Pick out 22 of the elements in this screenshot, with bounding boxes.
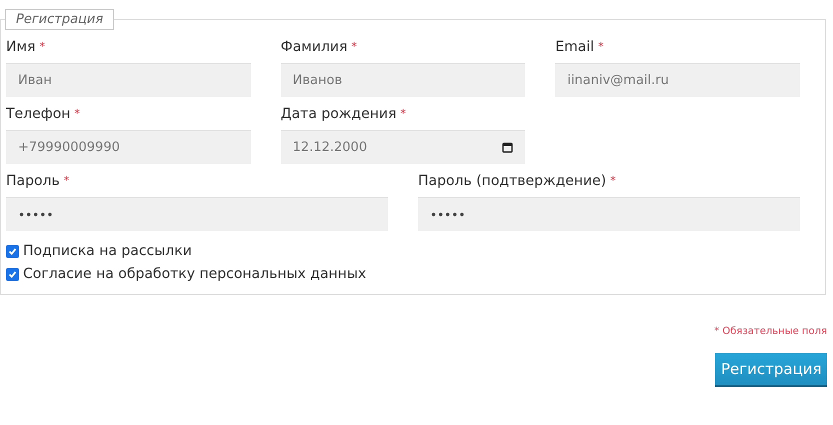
field-label: Пароль *	[6, 172, 70, 190]
checkbox-label: Подписка на рассылки	[23, 243, 192, 259]
field-label: Телефон *	[6, 105, 81, 123]
field-label: Email *	[555, 38, 605, 56]
input-field[interactable]: Иван	[6, 63, 251, 97]
checkbox[interactable]	[6, 268, 19, 280]
checkbox[interactable]	[6, 244, 19, 258]
field-label: Дата рождения *	[280, 105, 407, 123]
calendar-icon[interactable]	[502, 142, 514, 153]
field-label: Фамилия *	[280, 38, 358, 56]
date-field[interactable]: 12.12.2000	[280, 130, 526, 164]
required-note: * Обязательные поля	[714, 326, 827, 337]
field-label: Пароль (подтверждение) *	[418, 172, 617, 190]
input-field[interactable]: iinaniv@mail.ru	[555, 63, 800, 97]
input-field[interactable]: Иванов	[280, 63, 526, 97]
password-field[interactable]: •••••	[6, 197, 388, 231]
password-field[interactable]: •••••	[418, 197, 800, 231]
input-field[interactable]: +79990009990	[6, 130, 251, 164]
field-label: Имя *	[6, 38, 46, 56]
checkbox-label: Согласие на обработку персональных данных	[23, 266, 366, 282]
form-legend: Регистрация	[5, 9, 114, 30]
register-button[interactable]: Регистрация	[715, 353, 827, 387]
